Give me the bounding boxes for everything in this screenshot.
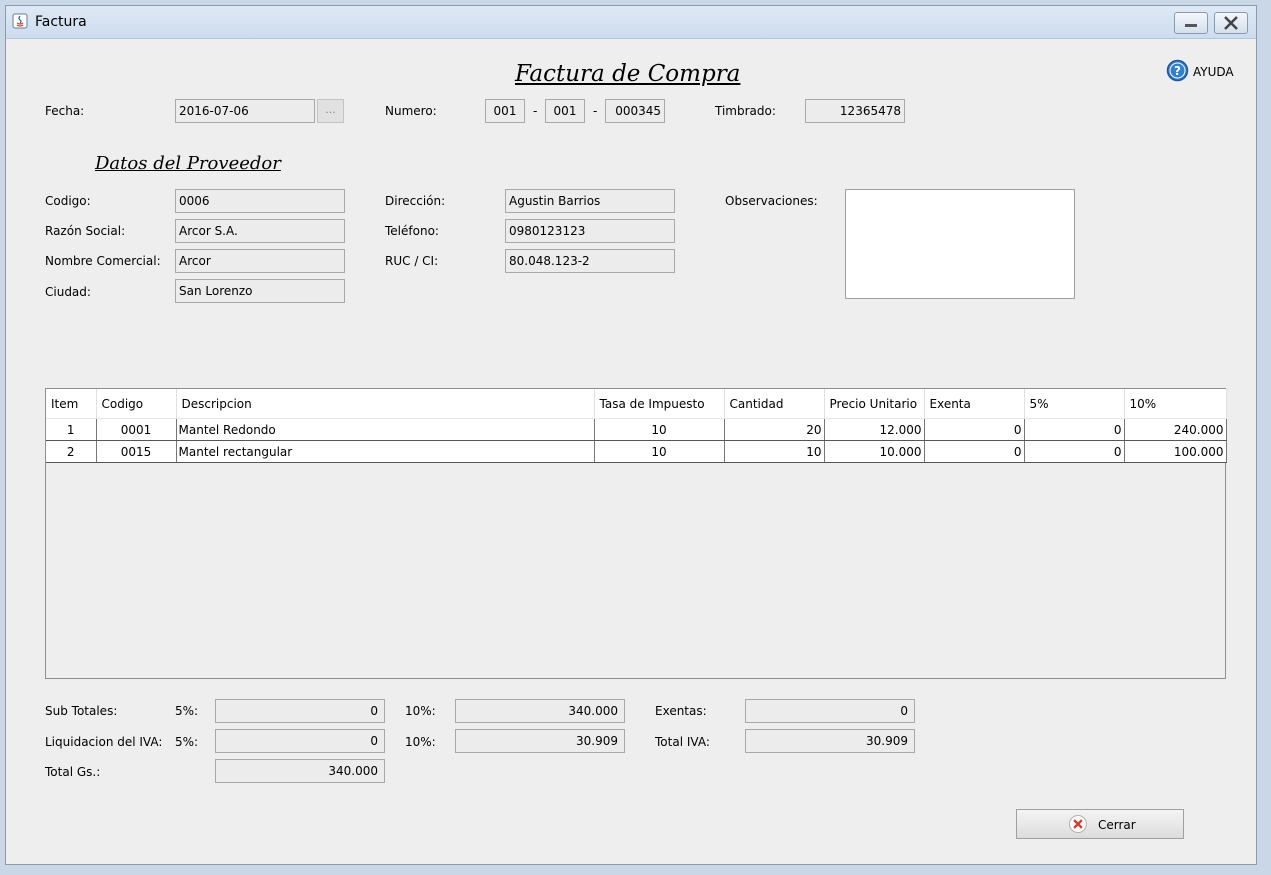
direccion-label: Dirección: [385, 194, 446, 208]
close-window-button[interactable] [1214, 12, 1248, 34]
cerrar-button[interactable]: Cerrar [1016, 809, 1184, 839]
column-header[interactable]: Descripcion [176, 389, 595, 419]
cell-item[interactable]: 1 [46, 418, 97, 441]
telefono-field[interactable]: 0980123123 [505, 219, 675, 243]
cell-5[interactable]: 0 [1024, 440, 1125, 463]
liquidacion-iva-label: Liquidacion del IVA: [45, 735, 163, 749]
razon-social-field[interactable]: Arcor S.A. [175, 219, 345, 243]
total-gs-label: Total Gs.: [45, 765, 101, 779]
sub-10-label: 10%: [405, 704, 436, 718]
codigo-field[interactable]: 0006 [175, 189, 345, 213]
timbrado-label: Timbrado: [715, 104, 776, 118]
cell-codigo[interactable]: 0001 [96, 418, 177, 441]
observaciones-label: Observaciones: [725, 194, 818, 208]
help-label: AYUDA [1193, 65, 1234, 79]
cell-cantidad[interactable]: 20 [724, 418, 825, 441]
column-header[interactable]: Codigo [96, 389, 177, 419]
subtotal-10-field[interactable]: 340.000 [455, 699, 625, 723]
svg-text:?: ? [1174, 64, 1181, 78]
ciudad-field[interactable]: San Lorenzo [175, 279, 345, 303]
sub-5-label: 5%: [175, 704, 199, 718]
exentas-field[interactable]: 0 [745, 699, 915, 723]
page-title: Factura de Compra [515, 61, 741, 87]
cerrar-label: Cerrar [1098, 818, 1136, 832]
razon-social-label: Razón Social: [45, 224, 126, 238]
cell-5[interactable]: 0 [1024, 418, 1125, 441]
subtotal-5-field[interactable]: 0 [215, 699, 385, 723]
factura-window: Factura Factura de Compra ? AYUDA Fecha:… [5, 5, 1257, 865]
column-header[interactable]: Cantidad [724, 389, 825, 419]
column-header[interactable]: 10% [1124, 389, 1227, 419]
help-icon: ? [1166, 59, 1189, 82]
total-iva-label: Total IVA: [655, 735, 710, 749]
nombre-comercial-field[interactable]: Arcor [175, 249, 345, 273]
cell-cantidad[interactable]: 10 [724, 440, 825, 463]
cell-item[interactable]: 2 [46, 440, 97, 463]
minimize-button[interactable] [1174, 12, 1208, 34]
fecha-field[interactable]: 2016-07-06 [175, 99, 315, 123]
items-table[interactable]: Item Codigo Descripcion Tasa de Impuesto… [46, 389, 1227, 463]
numero-label: Numero: [385, 104, 437, 118]
cell-precio[interactable]: 12.000 [824, 418, 925, 441]
close-circle-icon [1069, 815, 1087, 833]
column-header[interactable]: 5% [1024, 389, 1125, 419]
ciudad-label: Ciudad: [45, 285, 91, 299]
cell-descripcion[interactable]: Mantel Redondo [176, 418, 595, 441]
liq-5-label: 5%: [175, 735, 199, 749]
iva-10-field[interactable]: 30.909 [455, 729, 625, 753]
exentas-label: Exentas: [655, 704, 707, 718]
iva-5-field[interactable]: 0 [215, 729, 385, 753]
cell-precio[interactable]: 10.000 [824, 440, 925, 463]
java-app-icon [12, 13, 28, 29]
column-header[interactable]: Precio Unitario [824, 389, 925, 419]
cell-tasa[interactable]: 10 [594, 418, 725, 441]
direccion-field[interactable]: Agustin Barrios [505, 189, 675, 213]
proveedor-section-title: Datos del Proveedor [95, 153, 281, 174]
numero-establecimiento-field[interactable]: 001 [485, 99, 525, 123]
title-bar[interactable]: Factura [6, 6, 1256, 39]
numero-factura-field[interactable]: 000345 [605, 99, 665, 123]
observaciones-textarea[interactable] [845, 189, 1075, 299]
cell-exenta[interactable]: 0 [924, 440, 1025, 463]
ruc-field[interactable]: 80.048.123-2 [505, 249, 675, 273]
total-iva-field[interactable]: 30.909 [745, 729, 915, 753]
cell-descripcion[interactable]: Mantel rectangular [176, 440, 595, 463]
cell-exenta[interactable]: 0 [924, 418, 1025, 441]
numero-separator: - [593, 104, 598, 118]
cell-10[interactable]: 100.000 [1124, 440, 1227, 463]
window-title: Factura [35, 14, 87, 30]
telefono-label: Teléfono: [385, 224, 439, 238]
numero-punto-field[interactable]: 001 [545, 99, 585, 123]
cell-codigo[interactable]: 0015 [96, 440, 177, 463]
column-header[interactable]: Tasa de Impuesto [594, 389, 725, 419]
total-gs-field[interactable]: 340.000 [215, 759, 385, 783]
numero-separator: - [533, 104, 538, 118]
nombre-comercial-label: Nombre Comercial: [45, 254, 161, 268]
table-header-row: Item Codigo Descripcion Tasa de Impuesto… [46, 389, 1227, 419]
ruc-label: RUC / CI: [385, 254, 439, 268]
minimize-icon [1185, 24, 1197, 27]
fecha-label: Fecha: [45, 104, 85, 118]
cell-tasa[interactable]: 10 [594, 440, 725, 463]
table-row[interactable]: 1 0001 Mantel Redondo 10 20 12.000 0 0 2… [46, 418, 1227, 441]
column-header[interactable]: Item [46, 389, 97, 419]
subtotales-label: Sub Totales: [45, 704, 118, 718]
timbrado-field[interactable]: 12365478 [805, 99, 905, 123]
codigo-label: Codigo: [45, 194, 91, 208]
table-row[interactable]: 2 0015 Mantel rectangular 10 10 10.000 0… [46, 440, 1227, 463]
cell-10[interactable]: 240.000 [1124, 418, 1227, 441]
column-header[interactable]: Exenta [924, 389, 1025, 419]
liq-10-label: 10%: [405, 735, 436, 749]
close-icon [1224, 16, 1238, 30]
date-picker-button[interactable]: ... [317, 99, 344, 123]
